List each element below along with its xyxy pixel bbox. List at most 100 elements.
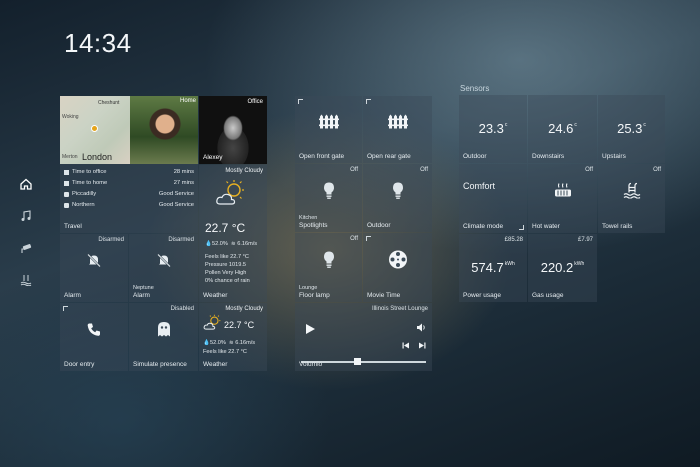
film-reel-icon bbox=[388, 249, 408, 274]
water-icon[interactable] bbox=[14, 268, 38, 292]
train-icon bbox=[64, 191, 69, 197]
weather-feels: Feels like 22.7 °C bbox=[203, 349, 247, 355]
person-name: Alexey bbox=[203, 154, 223, 161]
tile-label: Outdoor bbox=[367, 222, 391, 229]
weather-tile[interactable]: Mostly Cloudy 22.7 °C 💧52.0% ≋ 6.16m/s F… bbox=[199, 303, 267, 371]
travel-row: Time to office 28 mins bbox=[64, 169, 194, 175]
phone-icon bbox=[86, 321, 102, 342]
map-marker-icon bbox=[91, 125, 98, 132]
power-value: 574.7kWh bbox=[471, 260, 515, 275]
rear-gate-tile[interactable]: Open rear gate bbox=[363, 96, 432, 163]
water-state: Off bbox=[585, 167, 593, 173]
bulb-icon bbox=[323, 250, 335, 273]
sensor-tile[interactable]: 23.3c Outdoor bbox=[459, 95, 527, 163]
map-image: Cheshunt London Merton Woking bbox=[60, 96, 130, 164]
weather-temp: 22.7 °C bbox=[224, 320, 255, 330]
tile-label: Towel rails bbox=[602, 223, 633, 230]
clock: 14:34 bbox=[64, 28, 132, 58]
home-tag: Home bbox=[179, 98, 196, 104]
climate-mode-tile[interactable]: Comfort Climate mode bbox=[459, 164, 527, 233]
corner-mark bbox=[366, 99, 371, 104]
tile-sublabel: Neptune bbox=[133, 285, 154, 291]
tile-label: Hot water bbox=[532, 223, 560, 230]
travel-row: Piccadilly Good Service bbox=[64, 191, 194, 197]
light-state: Off bbox=[350, 167, 358, 173]
play-icon[interactable] bbox=[305, 322, 316, 340]
towel-rails-tile[interactable]: Off Towel rails bbox=[598, 164, 665, 233]
gate-icon bbox=[387, 114, 409, 135]
sensor-value: 23.3c bbox=[478, 121, 508, 136]
alarm-state: Disarmed bbox=[98, 237, 124, 243]
tile-label: Downstairs bbox=[532, 153, 565, 160]
tile-label: Gas usage bbox=[532, 292, 564, 299]
weather-humidity-wind: 💧52.0% ≋ 6.16m/s bbox=[205, 241, 258, 247]
map-label-london: London bbox=[82, 152, 113, 162]
tile-label: Upstairs bbox=[602, 153, 626, 160]
alarm-tile[interactable]: Disarmed Alarm bbox=[60, 234, 128, 302]
travel-row: Time to home 27 mins bbox=[64, 180, 194, 186]
weather-tile[interactable]: Mostly Cloudy 22.7 °C 💧52.0% ≋ 6.16m/s F… bbox=[199, 165, 267, 302]
camera-icon[interactable] bbox=[14, 236, 38, 260]
sensor-tile[interactable]: 25.3c Upstairs bbox=[598, 95, 665, 163]
tile-label: Alarm bbox=[64, 292, 81, 299]
media-source: Illinois Street Lounge bbox=[371, 306, 428, 312]
side-nav bbox=[14, 172, 38, 300]
tile-label: Outdoor bbox=[463, 153, 487, 160]
travel-tile[interactable]: Cheshunt London Merton Woking Home Time … bbox=[60, 96, 198, 233]
sensors-title: Sensors bbox=[460, 84, 490, 93]
tile-label: Weather bbox=[203, 361, 228, 368]
gate-icon bbox=[318, 114, 340, 135]
floor-lamp-tile[interactable]: Off Lounge Floor lamp bbox=[295, 233, 362, 302]
travel-row: Northern Good Service bbox=[64, 202, 194, 208]
volume-icon[interactable] bbox=[416, 319, 426, 337]
train-icon bbox=[64, 202, 69, 208]
bell-off-icon bbox=[86, 252, 102, 273]
hot-water-tile[interactable]: Off Hot water bbox=[528, 164, 597, 233]
volume-slider-handle[interactable] bbox=[353, 358, 361, 365]
volumio-tile[interactable]: Illinois Street Lounge Volumio bbox=[295, 303, 432, 371]
next-icon[interactable] bbox=[418, 336, 426, 354]
office-icon bbox=[64, 169, 69, 175]
map-label-cheshunt: Cheshunt bbox=[98, 100, 120, 106]
boiler-icon bbox=[554, 182, 572, 203]
tile-label: Floor lamp bbox=[299, 292, 330, 299]
tile-label: Weather bbox=[203, 292, 228, 299]
home-small-icon bbox=[64, 180, 69, 186]
pool-icon bbox=[623, 182, 641, 203]
outdoor-light-tile[interactable]: Off Outdoor bbox=[363, 164, 432, 232]
partly-cloudy-icon bbox=[215, 179, 245, 212]
weather-feels: Feels like 22.7 °C bbox=[205, 254, 249, 260]
presence-state: Disabled bbox=[170, 306, 194, 312]
tile-sublabel: Kitchen bbox=[299, 215, 318, 221]
spotlights-tile[interactable]: Off Kitchen Spotlights bbox=[295, 164, 362, 232]
alarm-state: Disarmed bbox=[168, 237, 194, 243]
sensor-tile[interactable]: 24.6c Downstairs bbox=[528, 95, 597, 163]
tile-label: Power usage bbox=[463, 292, 501, 299]
sensor-value: 25.3c bbox=[617, 121, 646, 136]
power-usage-tile[interactable]: £85.28 574.7kWh Power usage bbox=[459, 234, 527, 302]
weather-pressure: Pressure 1019.5 bbox=[205, 262, 247, 268]
map-label-merton: Merton bbox=[62, 154, 78, 160]
gas-usage-tile[interactable]: £7.97 220.2kWh Gas usage bbox=[528, 234, 597, 302]
music-icon[interactable] bbox=[14, 204, 38, 228]
door-entry-tile[interactable]: Door entry bbox=[60, 303, 128, 371]
corner-mark bbox=[366, 236, 371, 241]
front-gate-tile[interactable]: Open front gate bbox=[295, 96, 362, 163]
tile-label: Open front gate bbox=[299, 153, 345, 160]
corner-mark bbox=[519, 225, 524, 230]
gas-value: 220.2kWh bbox=[540, 260, 585, 275]
weather-rain: 0% chance of rain bbox=[205, 278, 250, 284]
partly-cloudy-icon bbox=[203, 314, 221, 336]
power-price: £85.28 bbox=[504, 237, 523, 243]
simulate-presence-tile[interactable]: Disabled Simulate presence bbox=[129, 303, 198, 371]
office-photo-tile[interactable]: Office Alexey bbox=[199, 96, 267, 164]
sensor-value: 24.6c bbox=[548, 121, 577, 136]
gas-price: £7.97 bbox=[577, 237, 593, 243]
corner-mark bbox=[298, 99, 303, 104]
home-icon[interactable] bbox=[14, 172, 38, 196]
previous-icon[interactable] bbox=[402, 336, 410, 354]
alarm-tile[interactable]: Disarmed Neptune Alarm bbox=[129, 234, 198, 302]
tile-label: Movie Time bbox=[367, 292, 401, 299]
light-state: Off bbox=[350, 236, 358, 242]
movie-time-tile[interactable]: Movie Time bbox=[363, 233, 432, 302]
